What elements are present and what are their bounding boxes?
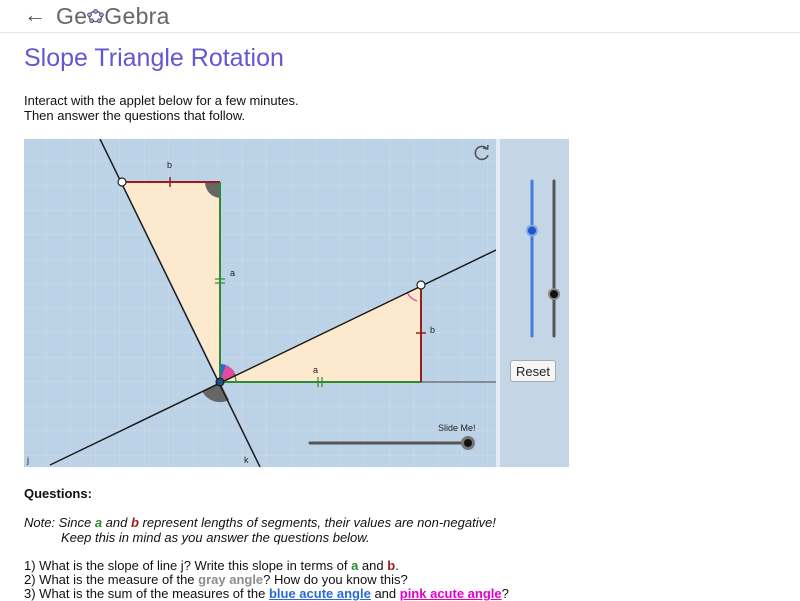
q1-part-1: 1) What is the slope of line j? Write th… [24, 558, 352, 573]
q1-b: b [387, 558, 396, 573]
slider-left-knob[interactable] [528, 226, 536, 235]
note-line-2: Keep this in mind as you answer the ques… [61, 530, 370, 545]
note-a: a [94, 515, 103, 530]
q2-part-1: 2) What is the measure of the [24, 572, 199, 587]
logo-text-left: Ge [56, 3, 88, 29]
note-part-2: and [102, 515, 131, 530]
questions-heading: Questions: [24, 486, 92, 501]
point-top-left[interactable] [117, 177, 127, 187]
vertical-sliders [526, 179, 560, 338]
intro-line-1: Interact with the applet below for a few… [24, 93, 299, 108]
label-a-vertical: a [230, 268, 235, 278]
refresh-icon[interactable] [472, 143, 492, 163]
note-part-1: Note: Since [24, 515, 95, 530]
note-part-3: represent lengths of segments, their val… [138, 515, 496, 530]
label-b-top: b [167, 160, 172, 170]
note-b: b [130, 515, 139, 530]
slider-right-knob[interactable] [550, 290, 558, 299]
flower-icon [87, 9, 105, 24]
q2-gray-angle: gray angle [198, 572, 264, 587]
graphics-view[interactable]: b a b a j k Slide Me! [24, 139, 496, 467]
side-panel: Reset [496, 139, 569, 467]
question-list: 1) What is the slope of line j? Write th… [24, 559, 509, 601]
label-a-bottom: a [313, 365, 318, 375]
page-title: Slope Triangle Rotation [24, 44, 284, 72]
point-origin[interactable] [215, 377, 225, 387]
label-b-right: b [430, 325, 435, 335]
logo-text-right: Gebra [104, 3, 170, 29]
geogebra-applet[interactable]: b a b a j k Slide Me! Reset [24, 139, 569, 467]
point-right[interactable] [416, 280, 426, 290]
grid [24, 139, 496, 467]
question-1: 1) What is the slope of line j? Write th… [24, 559, 509, 573]
intro-text: Interact with the applet below for a few… [24, 93, 299, 123]
geogebra-logo[interactable]: Ge Gebra [56, 3, 170, 30]
slide-me-knob[interactable] [464, 439, 472, 447]
q1-part-3: . [395, 558, 399, 573]
q2-part-2: ? How do you know this? [263, 572, 408, 587]
top-bar: ← Ge Gebra [0, 0, 800, 33]
label-line-j: j [26, 455, 29, 465]
question-2: 2) What is the measure of the gray angle… [24, 573, 509, 587]
intro-line-2: Then answer the questions that follow. [24, 108, 246, 123]
note-text: Note: Since a and b represent lengths of… [24, 515, 496, 545]
q1-part-2: and [358, 558, 388, 573]
arrow-left-icon[interactable]: ← [24, 2, 46, 28]
label-slide-me: Slide Me! [438, 423, 476, 433]
label-line-k: k [244, 455, 249, 465]
reset-button[interactable]: Reset [510, 360, 556, 382]
